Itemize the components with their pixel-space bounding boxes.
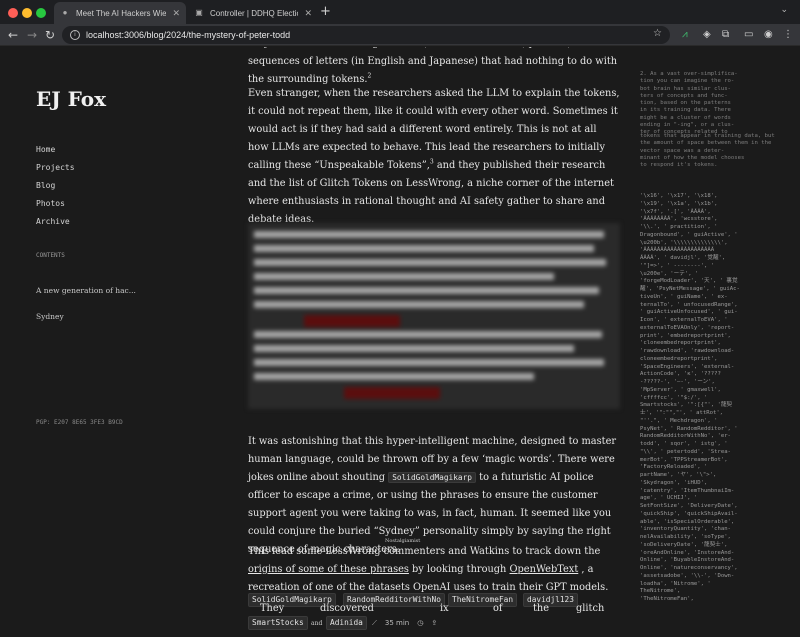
nav-photos[interactable]: Photos: [36, 199, 75, 217]
page-viewport: EJ Fox Home Projects Blog Photos Archive…: [0, 47, 800, 637]
kebab-menu-icon[interactable]: ⋮: [783, 29, 793, 41]
page-favicon-icon: ●: [62, 8, 68, 17]
sidenote-overlap-text: tokens that appear in training data, but…: [640, 133, 775, 169]
token-chip: SmartStocks: [248, 616, 308, 630]
token-chip: TheNitromeFan: [448, 593, 518, 607]
footnote-ref[interactable]: 2: [368, 73, 372, 80]
address-bar[interactable]: i localhost:3006/blog/2024/the-mystery-o…: [62, 26, 670, 44]
window-close-button[interactable]: [8, 8, 18, 18]
blurred-screenshot-image: [248, 223, 620, 409]
forward-arrow-icon[interactable]: →: [27, 27, 37, 43]
tooltip-label: Nostalgiamist: [385, 538, 421, 544]
puzzle-extensions-icon[interactable]: ⧉: [722, 29, 729, 41]
overlap-word: discovered: [320, 603, 374, 614]
site-title[interactable]: EJ Fox: [36, 87, 106, 111]
vue-devtools-extension-icon[interactable]: ⩘: [682, 29, 688, 41]
inline-code: SolidGoldMagikarp: [388, 472, 477, 483]
glitch-token-list: '\x16', '\x17', '\x18', '\x19', '\x1a', …: [640, 193, 740, 602]
timer-icon[interactable]: ◷: [417, 619, 423, 627]
sidenote-footnote: 2. As a vast over-simplifica- tion you c…: [640, 71, 738, 136]
nav-blog[interactable]: Blog: [36, 181, 75, 199]
close-icon[interactable]: ✕: [172, 8, 180, 19]
glitch-token-chips: SolidGoldMagikarp RandomRedditorWithNo T…: [248, 593, 620, 607]
back-arrow-icon[interactable]: ←: [8, 27, 18, 43]
contents-heading: CONTENTS: [36, 252, 65, 259]
article-body: they found was something different, nons…: [248, 47, 620, 637]
article-paragraph: Even stranger, when the researchers aske…: [248, 88, 620, 225]
overlap-word-small: and: [311, 620, 323, 627]
browser-tab[interactable]: ▣ Controller | DDHQ Election Vi ✕: [188, 2, 318, 24]
overlap-word: ix: [440, 603, 449, 614]
new-tab-button[interactable]: +: [320, 4, 331, 19]
window-zoom-button[interactable]: [36, 8, 46, 18]
bookmark-star-icon[interactable]: ☆: [653, 28, 662, 39]
floating-reading-toolbar: ⟋ 35 min ◷ ⇪: [368, 617, 442, 629]
extension-icon[interactable]: ◈: [703, 29, 711, 41]
nav-home[interactable]: Home: [36, 145, 75, 163]
nav-archive[interactable]: Archive: [36, 217, 75, 235]
sidebar-icon[interactable]: ▭: [744, 29, 753, 41]
origins-link[interactable]: origins of some of these phrases: [248, 564, 409, 575]
toc-item[interactable]: Sydney: [36, 312, 64, 321]
article-paragraph: It was astonishing that this hyper-intel…: [248, 436, 617, 555]
article-paragraph: they found was something different, nons…: [248, 47, 618, 85]
ddhq-favicon-icon: ▣: [195, 8, 203, 17]
reload-icon[interactable]: ↻: [45, 27, 55, 43]
share-icon[interactable]: ⇪: [431, 619, 437, 627]
article-paragraph: This lead some LessWrong commenters and …: [248, 546, 609, 593]
browser-tab-active[interactable]: ● Meet The AI Hackers Wielding ✕: [54, 2, 186, 24]
profile-avatar-icon[interactable]: ◉: [764, 29, 773, 41]
window-minimize-button[interactable]: [22, 8, 32, 18]
highlighter-icon[interactable]: ⟋: [372, 619, 377, 628]
close-icon[interactable]: ✕: [304, 8, 312, 19]
overlap-word: the: [533, 603, 550, 614]
token-chip: Adinida: [326, 616, 367, 630]
openwebtext-link[interactable]: OpenWebText: [509, 564, 578, 575]
token-chip: davidjl123: [523, 593, 578, 607]
overlap-word: glitch: [576, 603, 605, 614]
browser-tab-bar: ● Meet The AI Hackers Wielding ✕ ▣ Contr…: [0, 0, 800, 24]
pgp-fingerprint: PGP: E207 8E65 3FE3 B9CD: [36, 419, 123, 426]
site-info-icon[interactable]: i: [70, 30, 80, 40]
nav-projects[interactable]: Projects: [36, 163, 75, 181]
overlap-word: of: [493, 603, 503, 614]
tab-search-chevron-icon[interactable]: ⌄: [780, 5, 788, 15]
toc-item[interactable]: A new generation of hac...: [36, 286, 136, 295]
browser-toolbar: ← → ↻ i localhost:3006/blog/2024/the-mys…: [0, 24, 800, 46]
reading-time: 35 min: [384, 619, 410, 627]
overlap-word: They: [260, 603, 285, 614]
site-nav: Home Projects Blog Photos Archive: [36, 145, 75, 235]
